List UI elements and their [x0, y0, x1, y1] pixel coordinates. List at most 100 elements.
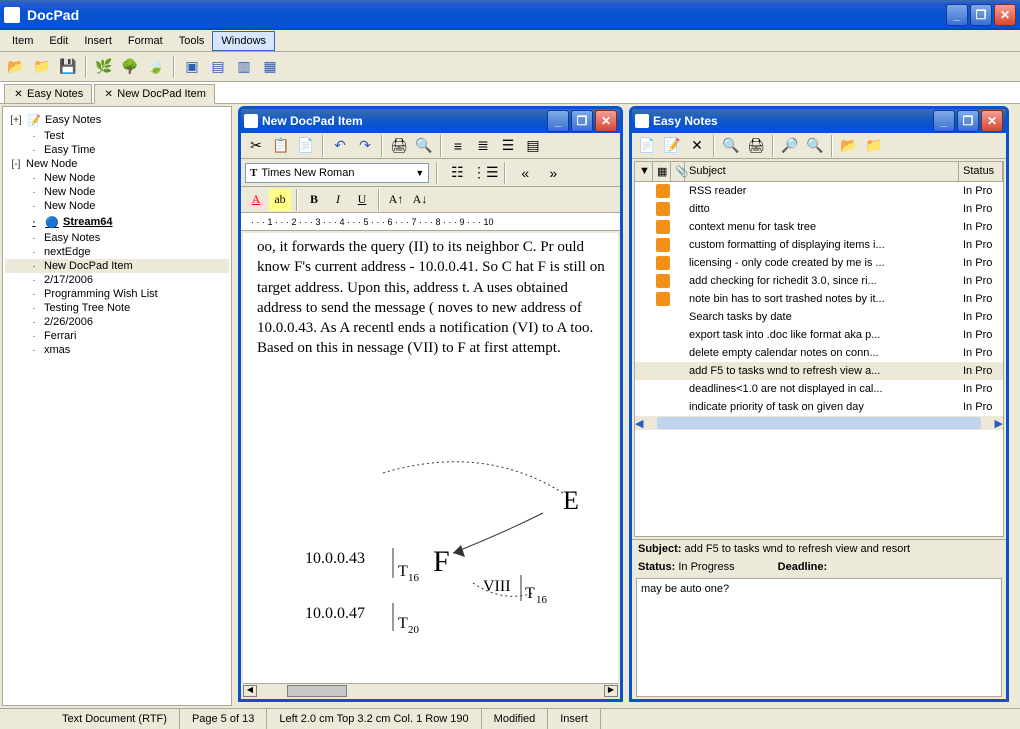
- maximize-button[interactable]: ❐: [571, 110, 593, 132]
- maximize-button[interactable]: ❐: [957, 110, 979, 132]
- outdent-icon[interactable]: «: [513, 161, 537, 185]
- tree-item[interactable]: ·New DocPad Item: [5, 259, 229, 273]
- task-row[interactable]: export task into .doc like format aka p.…: [635, 326, 1003, 344]
- scroll-thumb[interactable]: [287, 685, 347, 697]
- scroll-right-icon[interactable]: ▶: [604, 685, 618, 697]
- print-icon[interactable]: 🖨: [744, 134, 768, 158]
- tab-easy-notes[interactable]: ✕ Easy Notes: [4, 84, 92, 103]
- task-row[interactable]: note bin has to sort trashed notes by it…: [635, 290, 1003, 308]
- expander-icon[interactable]: [+]: [9, 115, 23, 126]
- tree-item[interactable]: [+]📝Easy Notes: [5, 111, 229, 129]
- folder-icon[interactable]: 📁: [30, 55, 54, 79]
- delete-task-icon[interactable]: ✕: [685, 134, 709, 158]
- tile-icon[interactable]: ▥: [232, 55, 256, 79]
- shrink-font-icon[interactable]: A↓: [409, 189, 431, 211]
- window-icon[interactable]: ▣: [180, 55, 204, 79]
- indent-icon[interactable]: »: [541, 161, 565, 185]
- arrange-icon[interactable]: ▦: [258, 55, 282, 79]
- paste-icon[interactable]: 📄: [294, 134, 318, 158]
- task-row[interactable]: RSS readerIn Pro: [635, 182, 1003, 200]
- edit-task-icon[interactable]: 📝: [660, 134, 684, 158]
- font-select[interactable]: T Times New Roman ▼: [245, 163, 429, 183]
- highlight-icon[interactable]: ab: [269, 189, 291, 211]
- print-icon[interactable]: 🖨: [387, 134, 411, 158]
- justify-icon[interactable]: ▤: [521, 134, 545, 158]
- maximize-button[interactable]: ❐: [970, 4, 992, 26]
- align-right-icon[interactable]: ☰: [496, 134, 520, 158]
- tree-item[interactable]: ·Programming Wish List: [5, 287, 229, 301]
- task-row[interactable]: custom formatting of displaying items i.…: [635, 236, 1003, 254]
- open-icon[interactable]: 📂: [4, 55, 28, 79]
- menu-insert[interactable]: Insert: [76, 32, 120, 50]
- preview-icon[interactable]: 🔍: [719, 134, 743, 158]
- status-column[interactable]: Status: [959, 162, 1003, 181]
- task-scrollbar[interactable]: ◀ ▶: [635, 416, 1003, 430]
- minimize-button[interactable]: _: [933, 110, 955, 132]
- italic-icon[interactable]: I: [327, 189, 349, 211]
- minimize-button[interactable]: _: [547, 110, 569, 132]
- document-tree[interactable]: [+]📝Easy Notes·Test·Easy Time[-]New Node…: [2, 106, 232, 706]
- cascade-icon[interactable]: ▤: [206, 55, 230, 79]
- underline-icon[interactable]: U: [351, 189, 373, 211]
- close-button[interactable]: ✕: [595, 110, 617, 132]
- editor-titlebar[interactable]: New DocPad Item _ ❐ ✕: [241, 109, 620, 133]
- editor-body[interactable]: oo, it forwards the query (II) to its ne…: [243, 233, 618, 697]
- tree-item[interactable]: ·Test: [5, 129, 229, 143]
- ruler[interactable]: · · · 1 · · · 2 · · · 3 · · · 4 · · · 5 …: [241, 213, 620, 231]
- dropdown-icon[interactable]: ▼: [415, 168, 424, 178]
- grow-font-icon[interactable]: A↑: [385, 189, 407, 211]
- task-row[interactable]: Search tasks by dateIn Pro: [635, 308, 1003, 326]
- scroll-left-icon[interactable]: ◀: [243, 685, 257, 697]
- tab-close-icon[interactable]: ✕: [13, 89, 24, 100]
- task-row[interactable]: indicate priority of task on given dayIn…: [635, 398, 1003, 416]
- folder-up-icon[interactable]: 📂: [837, 134, 861, 158]
- tree-item[interactable]: ·New Node: [5, 171, 229, 185]
- copy-icon[interactable]: 📋: [269, 134, 293, 158]
- new-task-icon[interactable]: 📄: [635, 134, 659, 158]
- tree-item[interactable]: ·2/17/2006: [5, 273, 229, 287]
- tree-item[interactable]: ·🔵Stream64: [5, 213, 229, 231]
- folder-down-icon[interactable]: 📁: [862, 134, 886, 158]
- cut-icon[interactable]: ✂: [244, 134, 268, 158]
- close-button[interactable]: ✕: [981, 110, 1003, 132]
- tree-item[interactable]: ·nextEdge: [5, 245, 229, 259]
- menu-tools[interactable]: Tools: [171, 32, 213, 50]
- tab-close-icon[interactable]: ✕: [103, 89, 114, 100]
- detail-body[interactable]: may be auto one?: [636, 578, 1002, 697]
- task-row[interactable]: dittoIn Pro: [635, 200, 1003, 218]
- tree-expand-icon[interactable]: 🌿: [92, 55, 116, 79]
- task-row[interactable]: context menu for task treeIn Pro: [635, 218, 1003, 236]
- undo-icon[interactable]: ↶: [328, 134, 352, 158]
- tab-new-docpad[interactable]: ✕ New DocPad Item: [94, 84, 215, 104]
- tree-item[interactable]: ·New Node: [5, 199, 229, 213]
- tasks-titlebar[interactable]: Easy Notes _ ❐ ✕: [632, 109, 1006, 133]
- bullet-list-icon[interactable]: ⋮☰: [473, 161, 497, 185]
- tree-item[interactable]: ·Easy Notes: [5, 231, 229, 245]
- expander-icon[interactable]: [-]: [9, 159, 23, 170]
- task-row[interactable]: add checking for richedit 3.0, since ri.…: [635, 272, 1003, 290]
- tree-item[interactable]: [-]New Node: [5, 157, 229, 171]
- horizontal-scrollbar[interactable]: ◀ ▶: [243, 683, 618, 697]
- menu-item[interactable]: Item: [4, 32, 41, 50]
- subject-column[interactable]: Subject: [685, 162, 959, 181]
- task-row[interactable]: delete empty calendar notes on conn...In…: [635, 344, 1003, 362]
- task-row[interactable]: add F5 to tasks wnd to refresh view a...…: [635, 362, 1003, 380]
- align-center-icon[interactable]: ≣: [471, 134, 495, 158]
- close-button[interactable]: ✕: [994, 4, 1016, 26]
- menu-format[interactable]: Format: [120, 32, 171, 50]
- task-row[interactable]: licensing - only code created by me is .…: [635, 254, 1003, 272]
- menu-edit[interactable]: Edit: [41, 32, 76, 50]
- tree-item[interactable]: ·xmas: [5, 343, 229, 357]
- font-color-icon[interactable]: A: [245, 189, 267, 211]
- redo-icon[interactable]: ↷: [353, 134, 377, 158]
- find-next-icon[interactable]: 🔍: [803, 134, 827, 158]
- preview-icon[interactable]: 🔍: [412, 134, 436, 158]
- find-icon[interactable]: 🔎: [778, 134, 802, 158]
- tree-icon[interactable]: 🌳: [118, 55, 142, 79]
- tree-item[interactable]: ·Testing Tree Note: [5, 301, 229, 315]
- editor-text[interactable]: oo, it forwards the query (II) to its ne…: [251, 233, 618, 383]
- tree-item[interactable]: ·New Node: [5, 185, 229, 199]
- bold-icon[interactable]: B: [303, 189, 325, 211]
- numbered-list-icon[interactable]: ☷: [445, 161, 469, 185]
- task-list[interactable]: ▼ ▦ 📎 Subject Status RSS readerIn Prodit…: [634, 161, 1004, 537]
